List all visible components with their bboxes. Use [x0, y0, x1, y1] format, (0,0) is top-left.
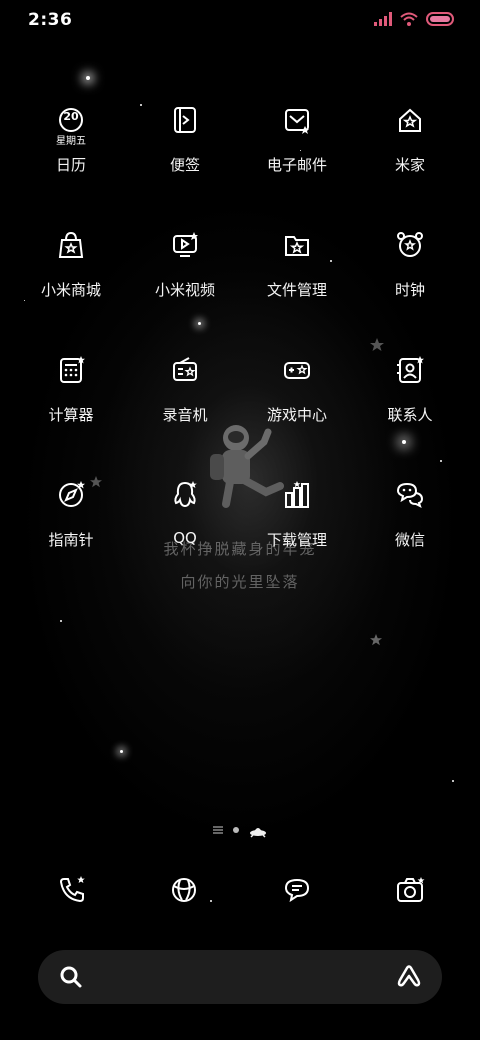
app-label: 米家: [394, 156, 425, 174]
app-mi-store[interactable]: 小米商城: [16, 225, 126, 335]
app-label: 下载管理: [266, 531, 327, 549]
recorder-icon: [165, 350, 205, 390]
app-clock[interactable]: 时钟: [355, 225, 465, 335]
app-file-manager[interactable]: 文件管理: [242, 225, 352, 335]
app-label: 小米商城: [40, 281, 101, 299]
app-label: 录音机: [162, 406, 208, 424]
notes-icon: [165, 100, 205, 140]
calendar-icon: 20 星期五: [51, 100, 91, 147]
app-label: 联系人: [387, 406, 433, 424]
calculator-icon: [51, 350, 91, 390]
app-compass[interactable]: 指南针: [16, 475, 126, 585]
app-mi-video[interactable]: 小米视频: [130, 225, 240, 335]
app-calendar[interactable]: 20 星期五 日历: [16, 100, 126, 210]
wechat-icon: [390, 475, 430, 515]
camera-icon: [397, 877, 425, 902]
star-shape-icon: [370, 634, 382, 646]
star-decoration: [210, 900, 212, 902]
shopping-bag-icon: [51, 225, 91, 265]
dock-browser[interactable]: [164, 870, 204, 910]
star-decoration: [120, 750, 123, 753]
battery-icon: [426, 12, 454, 26]
wifi-icon: [400, 12, 418, 26]
app-calculator[interactable]: 计算器: [16, 350, 126, 460]
app-wechat[interactable]: 微信: [355, 475, 465, 585]
star-decoration: [440, 460, 442, 462]
app-label: 便签: [169, 156, 200, 174]
app-label: 游戏中心: [266, 406, 327, 424]
game-center-icon: [277, 350, 317, 390]
compass-icon: [51, 475, 91, 515]
app-game-center[interactable]: 游戏中心: [242, 350, 352, 460]
app-label: 微信: [394, 531, 425, 549]
app-qq[interactable]: QQ: [130, 475, 240, 585]
search-icon: [60, 966, 82, 988]
message-bubble-icon: [284, 878, 310, 903]
search-bar[interactable]: [38, 950, 442, 1004]
app-label: QQ: [173, 529, 197, 547]
app-notes[interactable]: 便签: [130, 100, 240, 210]
folder-icon: [277, 225, 317, 265]
contacts-icon: [390, 350, 430, 390]
calendar-weekday: 星期五: [56, 136, 86, 147]
browser-globe-icon: [172, 878, 196, 902]
app-label: 指南针: [48, 531, 94, 549]
qq-penguin-icon: [165, 475, 205, 515]
app-download-manager[interactable]: 下载管理: [242, 475, 352, 585]
assistant-a-icon[interactable]: [396, 964, 422, 990]
page-indicator[interactable]: [0, 820, 480, 840]
app-label: 计算器: [48, 406, 94, 424]
email-icon: [277, 100, 317, 140]
video-icon: [165, 225, 205, 265]
star-decoration: [60, 620, 62, 622]
menu-lines-icon: [213, 826, 223, 834]
app-label: 时钟: [394, 281, 425, 299]
app-recorder[interactable]: 录音机: [130, 350, 240, 460]
ufo-active-page-icon: [250, 828, 266, 838]
status-time: 2:36: [28, 10, 73, 30]
home-screen: 我杯挣脱藏身的牢笼 向你的光里坠落 2:36 20 星期五 日历 便签 电子邮件…: [0, 0, 480, 1040]
app-contacts[interactable]: 联系人: [355, 350, 465, 460]
app-label: 小米视频: [154, 281, 215, 299]
alarm-clock-icon: [390, 225, 430, 265]
page-dot: [233, 827, 239, 833]
app-label: 电子邮件: [266, 156, 327, 174]
status-icons: [374, 12, 454, 26]
mijia-home-icon: [390, 100, 430, 140]
star-decoration: [86, 76, 90, 80]
app-label: 文件管理: [266, 281, 327, 299]
signal-icon: [374, 12, 392, 26]
calendar-day: 20: [63, 110, 79, 123]
phone-icon: [59, 876, 85, 903]
dock-phone[interactable]: [52, 870, 92, 910]
app-label: 日历: [55, 156, 86, 174]
download-manager-icon: [277, 475, 317, 515]
app-email[interactable]: 电子邮件: [242, 100, 352, 210]
dock-messages[interactable]: [277, 870, 317, 910]
dock-camera[interactable]: [390, 870, 430, 910]
star-decoration: [452, 780, 454, 782]
status-bar: 2:36: [0, 0, 480, 44]
app-mijia[interactable]: 米家: [355, 100, 465, 210]
